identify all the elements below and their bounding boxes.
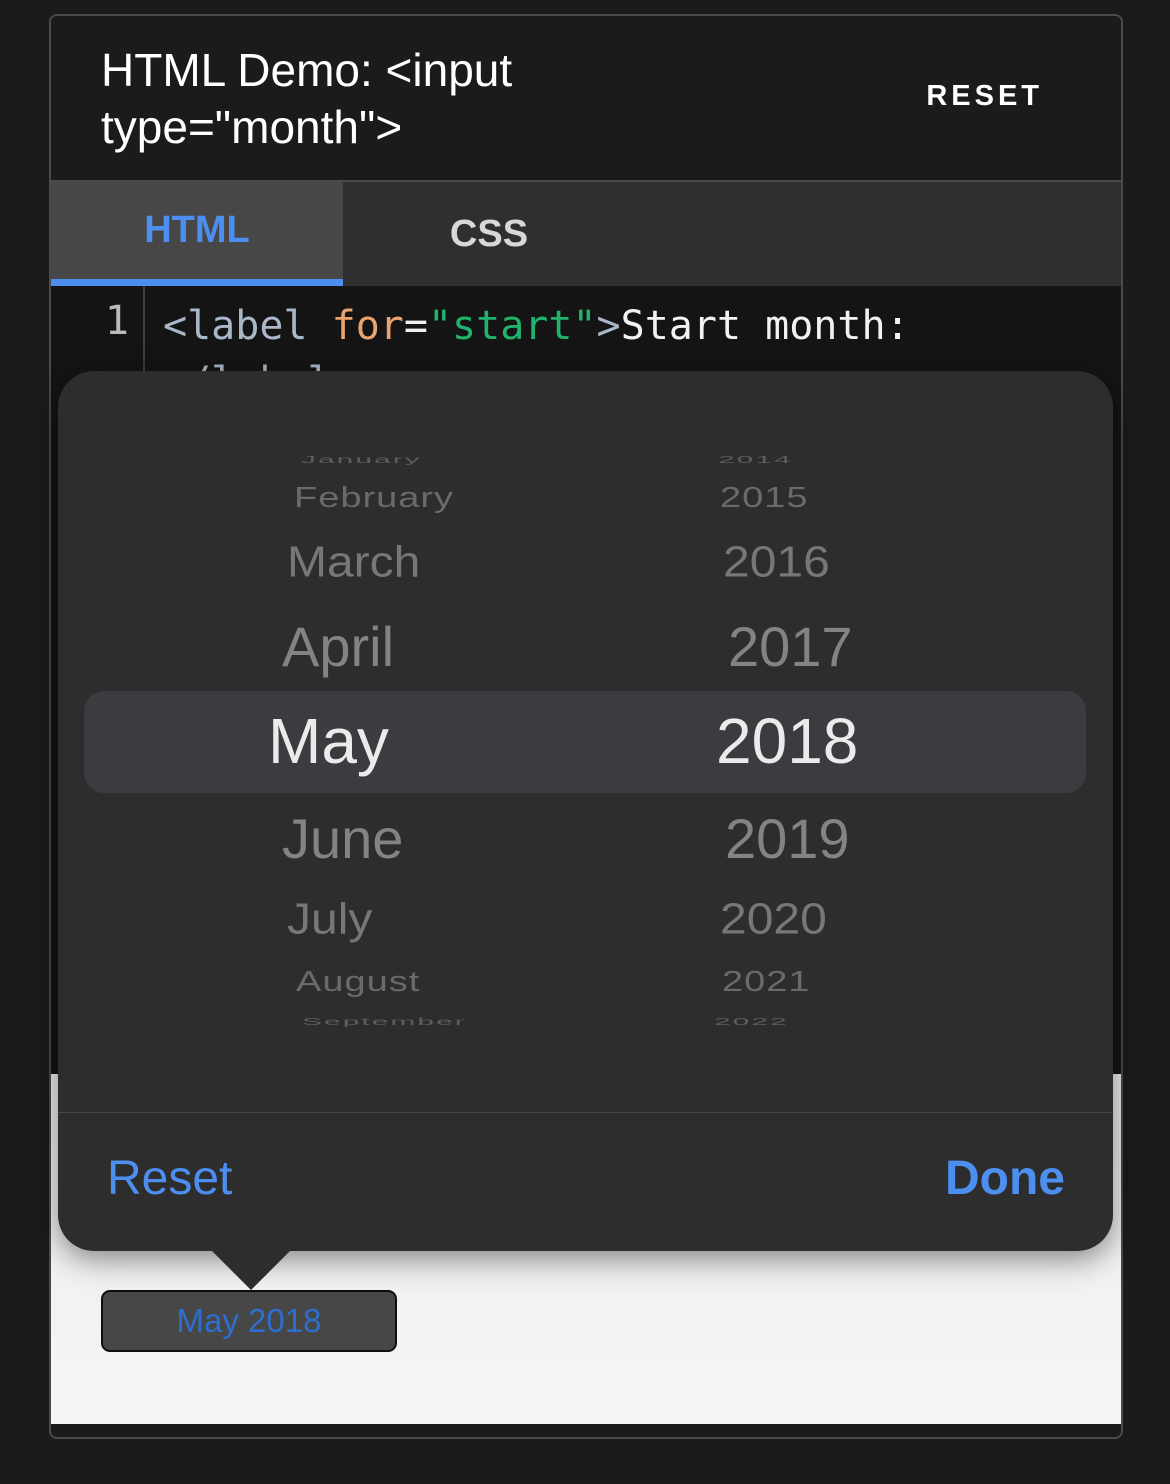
year-option[interactable]: 2015	[720, 482, 809, 514]
title-line-2: type="month">	[101, 101, 403, 153]
selection-highlight	[84, 691, 1086, 793]
month-option[interactable]: June	[282, 806, 403, 871]
year-option[interactable]: 2020	[720, 895, 827, 945]
reset-button[interactable]: RESET	[926, 80, 1043, 113]
code-attribute-value: "start"	[427, 303, 597, 349]
month-picker-popover: January February March April May June Ju…	[58, 371, 1113, 1251]
line-number: 1	[104, 298, 129, 344]
code-attribute: for	[331, 303, 404, 349]
year-option[interactable]: 2021	[722, 966, 811, 998]
year-option[interactable]: 2017	[728, 614, 853, 679]
tab-css[interactable]: CSS	[343, 182, 635, 286]
code-tag-name: label	[187, 303, 308, 349]
year-option-selected[interactable]: 2018	[716, 704, 858, 778]
month-option[interactable]: April	[282, 614, 394, 679]
month-option[interactable]: August	[296, 966, 420, 998]
picker-reset-button[interactable]: Reset	[107, 1151, 232, 1206]
tab-html[interactable]: HTML	[51, 182, 343, 286]
popover-arrow	[211, 1250, 291, 1290]
year-option[interactable]: 2014	[718, 454, 793, 466]
month-option[interactable]: March	[287, 538, 420, 588]
year-option[interactable]: 2019	[725, 806, 850, 871]
month-option[interactable]: February	[294, 482, 454, 514]
picker-done-button[interactable]: Done	[945, 1151, 1065, 1206]
demo-header: HTML Demo: <input type="month"> RESET	[51, 16, 1121, 180]
month-option[interactable]: September	[302, 1016, 467, 1028]
picker-divider	[58, 1112, 1113, 1113]
month-input[interactable]: May 2018	[101, 1290, 397, 1352]
title-line-1: HTML Demo: <input	[101, 44, 513, 96]
code-close-bracket: >	[596, 303, 621, 349]
month-option[interactable]: January	[301, 454, 422, 466]
code-text: Start month:	[620, 303, 910, 349]
tab-bar: HTML CSS	[51, 180, 1121, 288]
code-equals: =	[403, 303, 428, 349]
month-option[interactable]: July	[287, 895, 372, 945]
month-option-selected[interactable]: May	[268, 704, 389, 778]
page-title: HTML Demo: <input type="month">	[101, 42, 661, 156]
year-option[interactable]: 2016	[723, 538, 830, 588]
code-open-bracket: <	[163, 303, 188, 349]
year-option[interactable]: 2022	[714, 1016, 789, 1028]
